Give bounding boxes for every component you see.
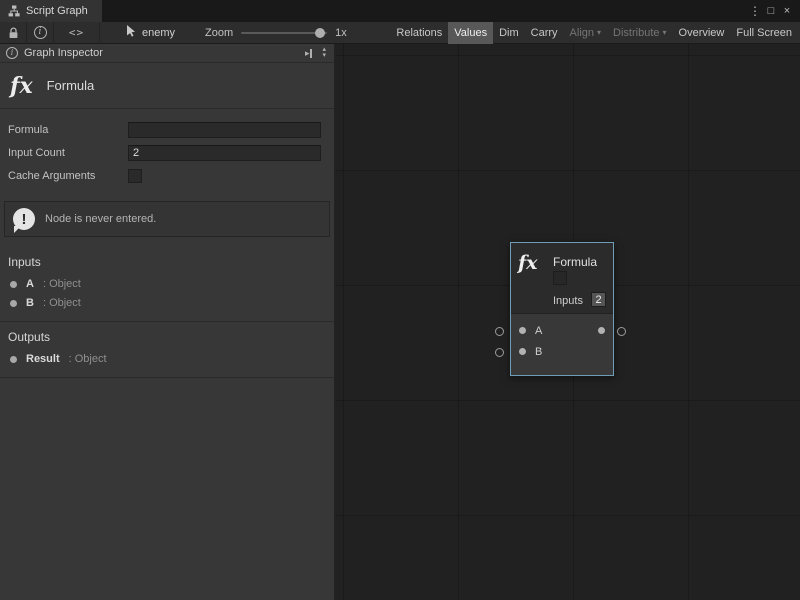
port-name: B (26, 297, 34, 309)
external-port-circle-result[interactable] (617, 327, 626, 336)
info-icon: i (34, 26, 47, 39)
distribute-button[interactable]: Distribute ▾ (607, 22, 672, 44)
formula-input[interactable] (128, 122, 321, 138)
graph-inspector-panel: i Graph Inspector ▸ ▴ ▾ fx Formula Formu… (0, 44, 335, 600)
maximize-icon[interactable]: □ (763, 2, 779, 20)
node-inputs-label: Inputs (553, 295, 583, 307)
formula-fx-icon: fx (518, 252, 538, 274)
formula-field-row: Formula (8, 121, 321, 139)
inspector-fields: Formula Input Count Cache Arguments (0, 109, 334, 195)
chevron-down-icon: ▾ (663, 29, 667, 37)
port-name: A (26, 278, 34, 290)
external-port-circle-b[interactable] (495, 348, 504, 357)
node-port-row-a: A (511, 320, 613, 341)
zoom-control: Zoom 1x (205, 27, 347, 39)
node-title: Formula (553, 255, 597, 269)
align-button[interactable]: Align ▾ (564, 22, 607, 44)
port-type: : Object (43, 278, 81, 290)
input-count-field-row: Input Count (8, 144, 321, 162)
warning-text: Node is never entered. (45, 213, 156, 225)
port-dot-icon[interactable] (10, 356, 17, 363)
port-name: Result (26, 353, 60, 365)
code-view-icon[interactable]: <> (54, 22, 100, 44)
port-name: A (535, 325, 542, 337)
chevron-down-icon: ▾ (597, 29, 601, 37)
window-tab-bar: Script Graph ⋮ □ × (0, 0, 800, 22)
window-controls: ⋮ □ × (747, 0, 800, 22)
zoom-slider-knob[interactable] (315, 28, 325, 38)
zoom-value: 1x (335, 27, 347, 39)
output-port-result-icon[interactable] (598, 327, 605, 334)
script-graph-icon (8, 5, 20, 17)
overview-button[interactable]: Overview (673, 22, 731, 44)
pointer-icon (126, 25, 136, 40)
lock-icon[interactable] (0, 22, 26, 44)
panel-scroll-arrows[interactable]: ▴ ▾ (318, 47, 330, 59)
node-title-section: fx Formula (0, 63, 334, 109)
outputs-section-header: Outputs (0, 322, 334, 350)
graph-name: enemy (142, 27, 175, 39)
formula-label: Formula (8, 124, 128, 136)
zoom-label: Zoom (205, 27, 233, 39)
scroll-down-icon[interactable]: ▾ (322, 53, 326, 59)
external-port-circle-a[interactable] (495, 327, 504, 336)
node-port-row-b: B (511, 341, 613, 362)
graph-toolbar: i <> enemy Zoom 1x Relations Values Dim … (0, 22, 800, 44)
cache-arguments-label: Cache Arguments (8, 170, 128, 182)
input-count-input[interactable] (128, 145, 321, 161)
input-port-b-icon[interactable] (519, 348, 526, 355)
dim-button[interactable]: Dim (493, 22, 525, 44)
output-port-row-result: Result : Object (0, 350, 334, 369)
inspector-header: i Graph Inspector ▸ ▴ ▾ (0, 44, 334, 63)
dock-panel-icon[interactable]: ▸ (305, 49, 313, 58)
port-dot-icon[interactable] (10, 281, 17, 288)
tab-script-graph[interactable]: Script Graph (0, 0, 102, 22)
port-name: B (535, 346, 542, 358)
formula-node-body: A B (511, 314, 613, 370)
graph-breadcrumb[interactable]: enemy (126, 25, 175, 40)
formula-fx-icon: fx (10, 73, 33, 99)
toolbar-buttons: Relations Values Dim Carry Align ▾ Distr… (390, 22, 800, 44)
inspector-toggle-button[interactable]: i (26, 22, 54, 44)
cache-arguments-checkbox[interactable] (128, 169, 142, 183)
input-port-row-b: B : Object (0, 294, 334, 313)
port-type: : Object (69, 353, 107, 365)
warning-banner: ! Node is never entered. (4, 201, 330, 237)
formula-node-header: fx Formula Inputs 2 (511, 243, 613, 314)
node-formula-input[interactable] (553, 271, 567, 285)
input-port-row-a: A : Object (0, 275, 334, 294)
divider (0, 377, 334, 378)
cache-arguments-field-row: Cache Arguments (8, 167, 321, 185)
fullscreen-button[interactable]: Full Screen (730, 22, 798, 44)
info-icon: i (6, 47, 18, 59)
inputs-section-header: Inputs (0, 247, 334, 275)
input-count-label: Input Count (8, 147, 128, 159)
graph-canvas[interactable]: fx Formula Inputs 2 A B (335, 44, 800, 600)
close-icon[interactable]: × (779, 2, 795, 20)
input-port-a-icon[interactable] (519, 327, 526, 334)
node-title: Formula (47, 78, 95, 93)
port-dot-icon[interactable] (10, 300, 17, 307)
port-type: : Object (43, 297, 81, 309)
node-inputs-value[interactable]: 2 (591, 292, 606, 307)
zoom-slider[interactable] (241, 32, 327, 34)
warning-icon: ! (13, 208, 35, 230)
carry-button[interactable]: Carry (525, 22, 564, 44)
window-menu-icon[interactable]: ⋮ (747, 2, 763, 20)
relations-button[interactable]: Relations (390, 22, 448, 44)
formula-node[interactable]: fx Formula Inputs 2 A B (510, 242, 614, 376)
values-button[interactable]: Values (448, 22, 493, 44)
tab-label: Script Graph (26, 5, 88, 17)
inspector-header-title: Graph Inspector (24, 47, 103, 59)
